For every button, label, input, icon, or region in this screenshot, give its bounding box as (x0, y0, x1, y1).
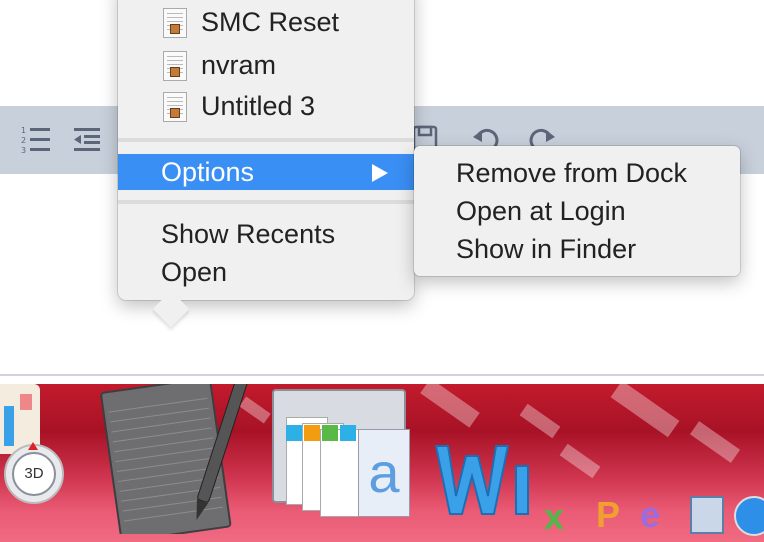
recent-item-untitled-3[interactable]: Untitled 3 (118, 88, 414, 124)
document-icon (163, 51, 187, 81)
compass-3d-label: 3D (12, 452, 56, 496)
dock-divider (0, 374, 764, 376)
menu-item-label: SMC Reset (201, 7, 340, 37)
dock-context-menu: SMC Reset nvram Untitled 3 Options Show … (118, 0, 414, 300)
wallpaper-shard (689, 421, 741, 463)
textedit-app-icon[interactable] (100, 384, 250, 542)
iwork-apps-icon[interactable]: a (272, 389, 412, 519)
menu-item-label: Show in Finder (456, 234, 637, 264)
menu-item-label: Options (161, 157, 255, 187)
menu-item-label: Open (161, 257, 228, 287)
dock: 3D a x P e (0, 384, 764, 542)
options-menu-item[interactable]: Options (118, 154, 414, 190)
menu-item-label: Show Recents (161, 219, 336, 249)
recent-item-smc-reset[interactable]: SMC Reset (118, 4, 414, 40)
doc-page (320, 429, 362, 517)
document-icon (163, 8, 187, 38)
wallpaper-shard (519, 403, 561, 439)
outdent-icon[interactable] (70, 124, 104, 154)
menu-item-label: Untitled 3 (201, 91, 316, 121)
wallpaper-shard (559, 443, 601, 479)
show-recents-menu-item[interactable]: Show Recents (118, 216, 414, 252)
wallpaper-shard (610, 384, 680, 438)
show-in-finder-item[interactable]: Show in Finder (414, 230, 740, 268)
document-icon (163, 92, 187, 122)
menu-item-label: Remove from Dock (456, 158, 688, 188)
svg-text:2: 2 (21, 136, 26, 145)
svg-text:3: 3 (21, 146, 26, 154)
safari-app-icon[interactable] (734, 496, 764, 536)
preview-app-icon[interactable] (690, 496, 724, 534)
svg-text:1: 1 (21, 126, 26, 135)
word-app-icon[interactable] (428, 436, 538, 526)
powerpoint-app-icon[interactable]: P (596, 494, 636, 535)
options-submenu: Remove from Dock Open at Login Show in F… (414, 146, 740, 276)
submenu-arrow-icon (372, 164, 388, 182)
compass-control[interactable]: 3D (4, 442, 64, 504)
menu-separator (118, 138, 414, 142)
edge-mini-icon (286, 425, 302, 441)
map-block (20, 394, 32, 410)
map-road (4, 406, 14, 446)
wallpaper-shard (420, 384, 480, 428)
menu-separator (118, 200, 414, 204)
menu-item-label: nvram (201, 50, 277, 80)
powerpoint-mini-icon (304, 425, 320, 441)
excel-app-icon[interactable]: x (544, 496, 584, 537)
edge-app-icon[interactable]: e (640, 494, 680, 535)
compass-north-icon (28, 442, 38, 450)
open-at-login-item[interactable]: Open at Login (414, 192, 740, 230)
excel-mini-icon (322, 425, 338, 441)
open-menu-item[interactable]: Open (118, 254, 414, 290)
recent-item-nvram[interactable]: nvram (118, 47, 414, 83)
menu-item-label: Open at Login (456, 196, 626, 226)
remove-from-dock-item[interactable]: Remove from Dock (414, 154, 740, 192)
numbered-list-icon[interactable]: 123 (20, 124, 54, 155)
font-a-icon: a (358, 429, 410, 517)
word-mini-icon (340, 425, 356, 441)
